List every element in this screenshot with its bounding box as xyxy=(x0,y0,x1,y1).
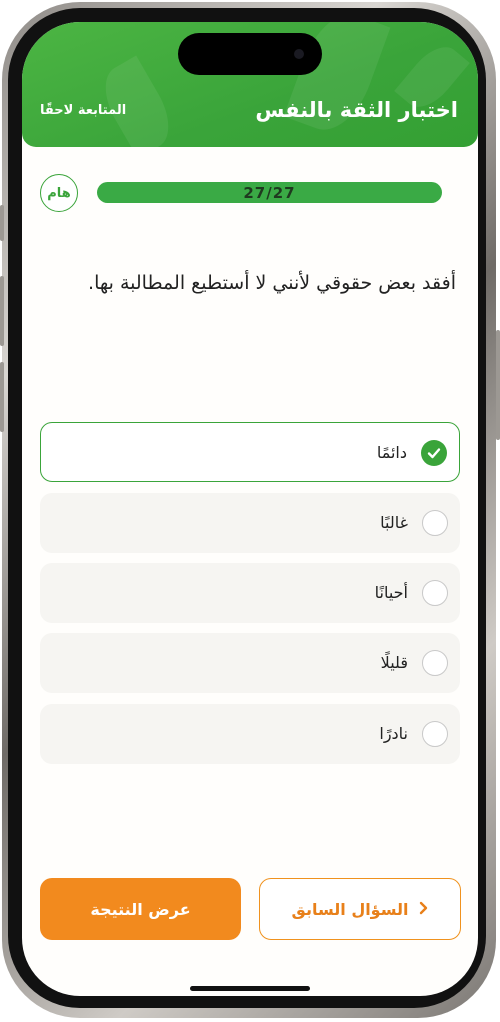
dynamic-island xyxy=(178,33,322,75)
question-text: أفقد بعض حقوقي لأنني لا أستطيع المطالبة … xyxy=(88,272,456,294)
header-bar: اختبار الثقة بالنفس المتابعة لاحقًا xyxy=(22,22,478,159)
show-result-label: عرض النتيجة xyxy=(90,899,191,919)
option-label: نادرًا xyxy=(379,724,408,743)
option-often[interactable]: غالبًا xyxy=(40,493,460,553)
previous-question-button[interactable]: السؤال السابق xyxy=(259,878,461,940)
mute-switch xyxy=(0,205,4,241)
power-button xyxy=(496,330,500,440)
option-always[interactable]: دائمًا xyxy=(40,422,460,482)
chevron-left-icon xyxy=(418,900,428,919)
camera-icon xyxy=(294,49,304,59)
option-label: قليلًا xyxy=(380,653,408,672)
home-indicator[interactable] xyxy=(190,986,310,991)
radio-circle-icon xyxy=(422,510,448,536)
show-result-button[interactable]: عرض النتيجة xyxy=(40,878,241,940)
page-title: اختبار الثقة بالنفس xyxy=(255,98,458,122)
radio-circle-icon xyxy=(422,721,448,747)
previous-question-label: السؤال السابق xyxy=(291,899,409,919)
option-label: أحيانًا xyxy=(374,583,408,602)
progress-text: 27/27 xyxy=(243,183,296,202)
phone-mockup: اختبار الثقة بالنفس المتابعة لاحقًا هام … xyxy=(0,0,500,1022)
option-label: غالبًا xyxy=(380,513,408,532)
option-sometimes[interactable]: أحيانًا xyxy=(40,563,460,623)
radio-circle-icon xyxy=(422,650,448,676)
important-badge[interactable]: هام xyxy=(40,174,78,212)
option-label: دائمًا xyxy=(376,443,407,462)
option-rarely[interactable]: قليلًا xyxy=(40,633,460,693)
volume-down-button xyxy=(0,362,4,432)
continue-later-button[interactable]: المتابعة لاحقًا xyxy=(40,103,126,118)
volume-up-button xyxy=(0,276,4,346)
app-screen: اختبار الثقة بالنفس المتابعة لاحقًا هام … xyxy=(22,22,478,996)
check-icon xyxy=(421,440,447,466)
progress-bar: 27/27 xyxy=(97,182,442,203)
radio-circle-icon xyxy=(422,580,448,606)
option-seldom[interactable]: نادرًا xyxy=(40,704,460,764)
